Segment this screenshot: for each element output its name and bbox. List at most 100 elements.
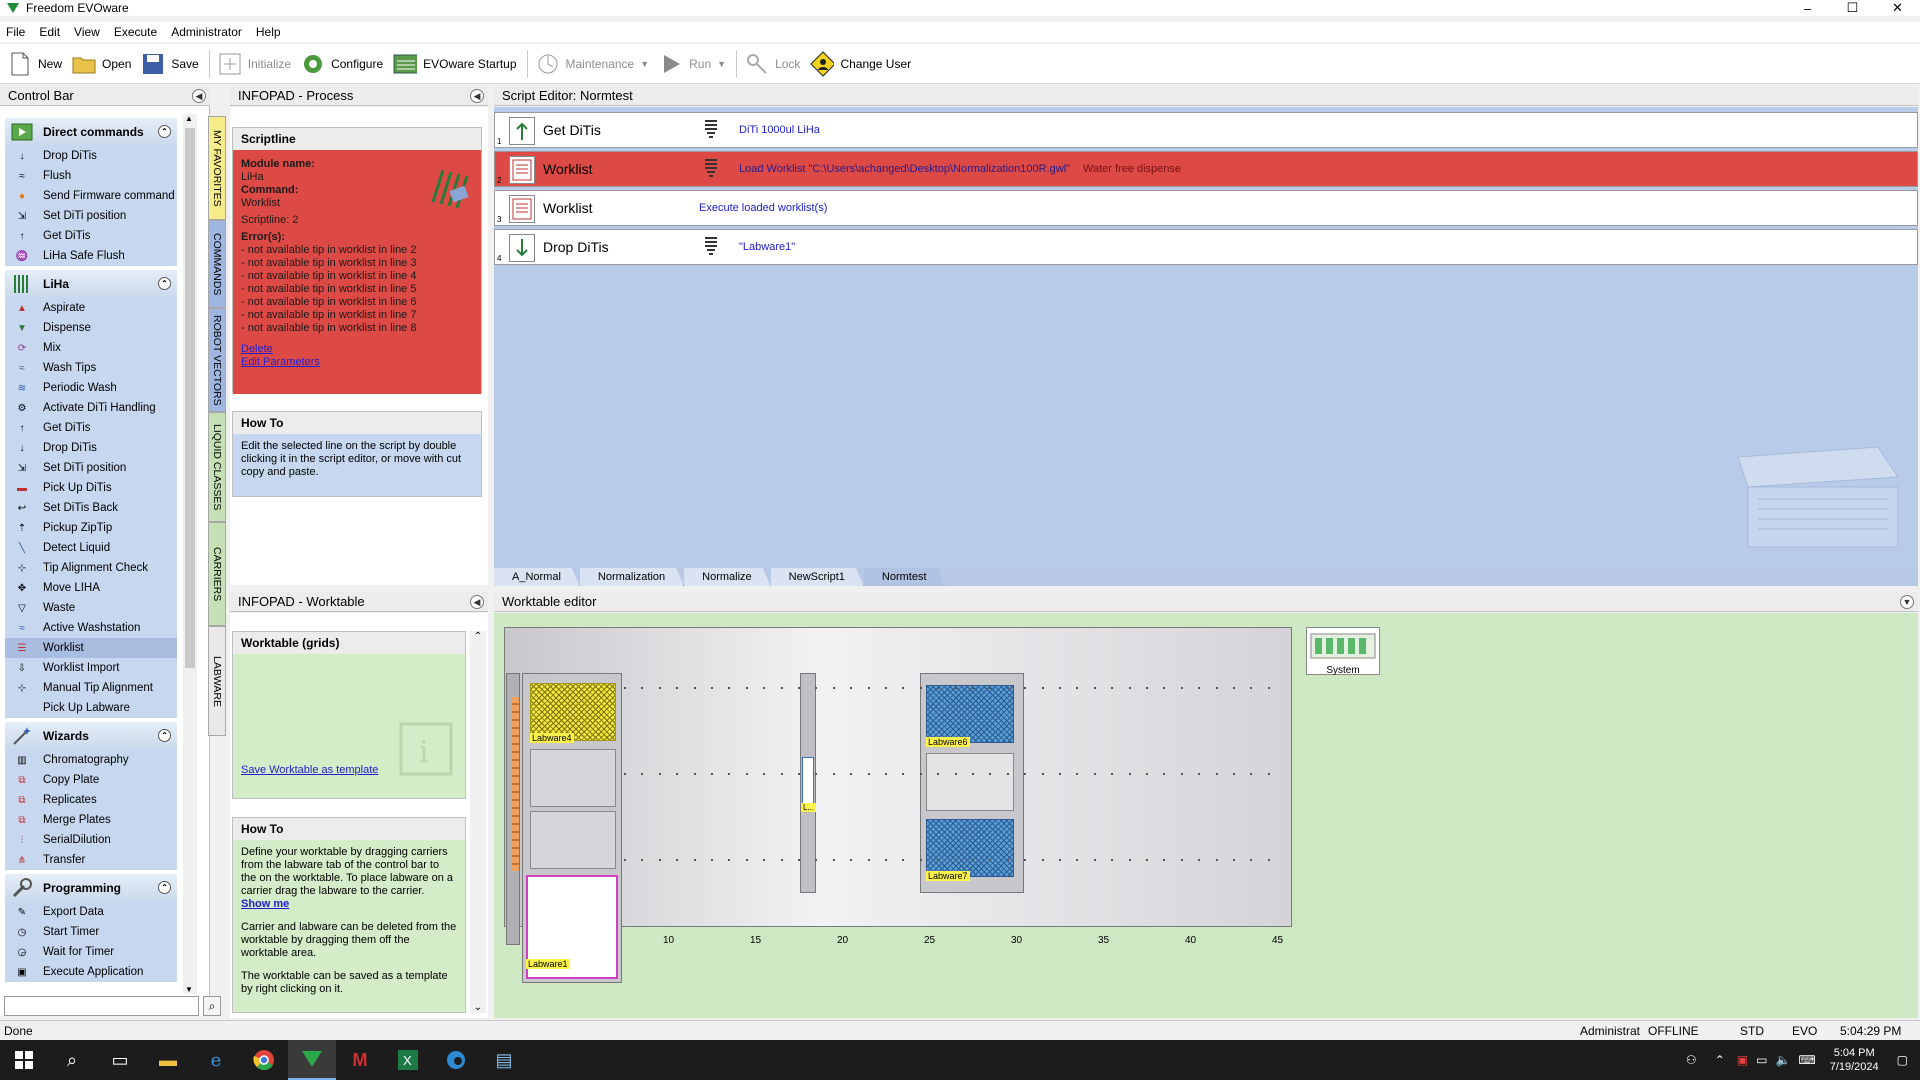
- group-wizards[interactable]: Wizards ⌃: [5, 722, 177, 750]
- tab-a-normal[interactable]: A_Normal: [494, 568, 580, 586]
- collapse-infopad-worktable-icon[interactable]: ◀: [470, 595, 484, 609]
- maintenance-button[interactable]: Maintenance ▼: [536, 47, 649, 81]
- file-explorer-icon[interactable]: ▬: [144, 1040, 192, 1080]
- group-liha[interactable]: LiHa ⌃: [5, 270, 177, 298]
- cmd-dispense[interactable]: ▼ Dispense: [5, 318, 177, 338]
- lock-button[interactable]: Lock: [745, 47, 800, 81]
- vtab-labware[interactable]: LABWARE: [208, 626, 226, 736]
- run-dropdown-icon[interactable]: ▼: [717, 59, 726, 69]
- cmd-drop-ditis[interactable]: ↓ Drop DiTis: [5, 146, 177, 166]
- edit-parameters-link[interactable]: Edit Parameters: [241, 356, 320, 368]
- cmd-mix[interactable]: ⟳ Mix: [5, 338, 177, 358]
- close-button[interactable]: ✕: [1875, 0, 1920, 16]
- show-me-link[interactable]: Show me: [241, 898, 289, 910]
- collapse-control-bar-icon[interactable]: ◀: [192, 89, 206, 103]
- menu-help[interactable]: Help: [256, 25, 281, 39]
- vtab-liquid-classes[interactable]: LIQUID CLASSES: [208, 412, 226, 522]
- cmd-manual-tip-alignment[interactable]: ⊹ Manual Tip Alignment: [5, 678, 177, 698]
- worktable-deck[interactable]: [504, 627, 1292, 927]
- cmd-liha-safe-flush[interactable]: ♒ LiHa Safe Flush: [5, 246, 177, 266]
- menu-edit[interactable]: Edit: [39, 25, 60, 39]
- system-device[interactable]: System: [1306, 627, 1380, 676]
- network-icon[interactable]: ▭: [1756, 1053, 1767, 1067]
- collapse-group-icon[interactable]: ⌃: [158, 277, 171, 290]
- scroll-up-icon[interactable]: ▲: [185, 114, 193, 123]
- group-programming[interactable]: Programming ⌃: [5, 874, 177, 902]
- cmd-periodic-wash[interactable]: ≋ Periodic Wash: [5, 378, 177, 398]
- task-view-icon[interactable]: ▭: [96, 1040, 144, 1080]
- maintenance-dropdown-icon[interactable]: ▼: [640, 59, 649, 69]
- menu-execute[interactable]: Execute: [114, 25, 157, 39]
- cmd-active-washstation[interactable]: ≈ Active Washstation: [5, 618, 177, 638]
- menu-view[interactable]: View: [74, 25, 100, 39]
- control-bar-search-input[interactable]: [4, 996, 199, 1016]
- configure-button[interactable]: Configure: [301, 47, 383, 81]
- m-app-icon[interactable]: M: [336, 1040, 384, 1080]
- cmd-wash-tips[interactable]: ≈ Wash Tips: [5, 358, 177, 378]
- notifications-icon[interactable]: ▢: [1897, 1053, 1908, 1067]
- infopad-worktable-scrollbar[interactable]: ⌃ ⌄: [470, 631, 486, 1013]
- cmd-waste[interactable]: ▽ Waste: [5, 598, 177, 618]
- cmd-set-ditis-back[interactable]: ↩ Set DiTis Back: [5, 498, 177, 518]
- vtab-commands[interactable]: COMMANDS: [208, 220, 226, 308]
- cmd-detect-liquid[interactable]: ╲ Detect Liquid: [5, 538, 177, 558]
- cmd-activate-diti[interactable]: ⚙ Activate DiTi Handling: [5, 398, 177, 418]
- cmd-flush[interactable]: ≈ Flush: [5, 166, 177, 186]
- cmd-pick-up-ditis[interactable]: ▬ Pick Up DiTis: [5, 478, 177, 498]
- search-button[interactable]: ⌕: [203, 996, 221, 1016]
- change-user-button[interactable]: Change User: [810, 47, 911, 81]
- vtab-my-favorites[interactable]: MY FAVORITES: [208, 116, 226, 220]
- scroll-down-icon[interactable]: ▼: [185, 985, 193, 994]
- cmd-liha-drop-ditis[interactable]: ↓ Drop DiTis: [5, 438, 177, 458]
- tab-newscript1[interactable]: NewScript1: [771, 568, 864, 586]
- vtab-carriers[interactable]: CARRIERS: [208, 522, 226, 626]
- prog-wait-for-timer[interactable]: ◶ Wait for Timer: [5, 942, 177, 962]
- scroll-down-icon[interactable]: ⌄: [470, 1002, 486, 1013]
- initialize-button[interactable]: Initialize: [218, 47, 291, 81]
- run-button[interactable]: Run ▼: [659, 47, 726, 81]
- labware6-plate[interactable]: [926, 685, 1014, 743]
- excel-icon[interactable]: X: [384, 1040, 432, 1080]
- wiz-transfer[interactable]: ⋔ Transfer: [5, 850, 177, 870]
- tab-normalization[interactable]: Normalization: [580, 568, 684, 586]
- script-line-4[interactable]: 4 Drop DiTis "Labware1": [494, 229, 1918, 265]
- cmd-worklist-import[interactable]: ⇩ Worklist Import: [5, 658, 177, 678]
- tray-chevron-icon[interactable]: ⌃: [1715, 1053, 1725, 1067]
- group-direct-commands[interactable]: Direct commands ⌃: [5, 118, 177, 146]
- vtab-robot-vectors[interactable]: ROBOT VECTORS: [208, 308, 226, 412]
- cmd-aspirate[interactable]: ▲ Aspirate: [5, 298, 177, 318]
- cmd-send-firmware[interactable]: ● Send Firmware command: [5, 186, 177, 206]
- windows-start-icon[interactable]: [0, 1040, 48, 1080]
- cmd-tip-alignment-check[interactable]: ⊹ Tip Alignment Check: [5, 558, 177, 578]
- save-button[interactable]: Save: [141, 47, 199, 81]
- speaker-icon[interactable]: 🔈: [1775, 1053, 1790, 1067]
- search-icon[interactable]: ⌕: [48, 1040, 96, 1080]
- control-bar-scrollbar[interactable]: ▲ ▼: [183, 114, 197, 994]
- chrome-icon[interactable]: [240, 1040, 288, 1080]
- evoware-startup-button[interactable]: EVOware Startup: [393, 47, 517, 81]
- collapse-group-icon[interactable]: ⌃: [158, 729, 171, 742]
- script-line-1[interactable]: 1 Get DiTis DiTi 1000ul LiHa: [494, 112, 1918, 148]
- prog-export-data[interactable]: ✎ Export Data: [5, 902, 177, 922]
- script-line-2[interactable]: 2 Worklist Load Worklist "C:\Users\achan…: [494, 151, 1918, 187]
- prog-execute-application[interactable]: ▣ Execute Application: [5, 962, 177, 982]
- open-button[interactable]: Open: [72, 47, 131, 81]
- scroll-up-icon[interactable]: ⌃: [470, 631, 486, 642]
- evoware-taskbar-icon[interactable]: [288, 1040, 336, 1080]
- tab-normtest[interactable]: Normtest: [864, 568, 946, 586]
- cmd-worklist[interactable]: ☰ Worklist: [5, 638, 177, 658]
- cmd-pick-up-labware[interactable]: Pick Up Labware: [5, 698, 177, 718]
- expand-worktable-icon[interactable]: ▼: [1900, 595, 1914, 609]
- internet-explorer-icon[interactable]: e: [192, 1040, 240, 1080]
- carrier-slot[interactable]: [530, 749, 616, 807]
- delete-link[interactable]: Delete: [241, 343, 273, 355]
- cmd-get-ditis[interactable]: ↑ Get DiTis: [5, 226, 177, 246]
- clock[interactable]: 5:04 PM 7/19/2024: [1830, 1046, 1879, 1074]
- menu-file[interactable]: File: [6, 25, 25, 39]
- tab-normalize[interactable]: Normalize: [684, 568, 771, 586]
- minimize-button[interactable]: –: [1785, 0, 1830, 16]
- prog-start-timer[interactable]: ◷ Start Timer: [5, 922, 177, 942]
- wiz-copy-plate[interactable]: ⧉ Copy Plate: [5, 770, 177, 790]
- people-icon[interactable]: ⚇: [1686, 1053, 1697, 1067]
- save-worktable-template-link[interactable]: Save Worktable as template: [241, 764, 378, 776]
